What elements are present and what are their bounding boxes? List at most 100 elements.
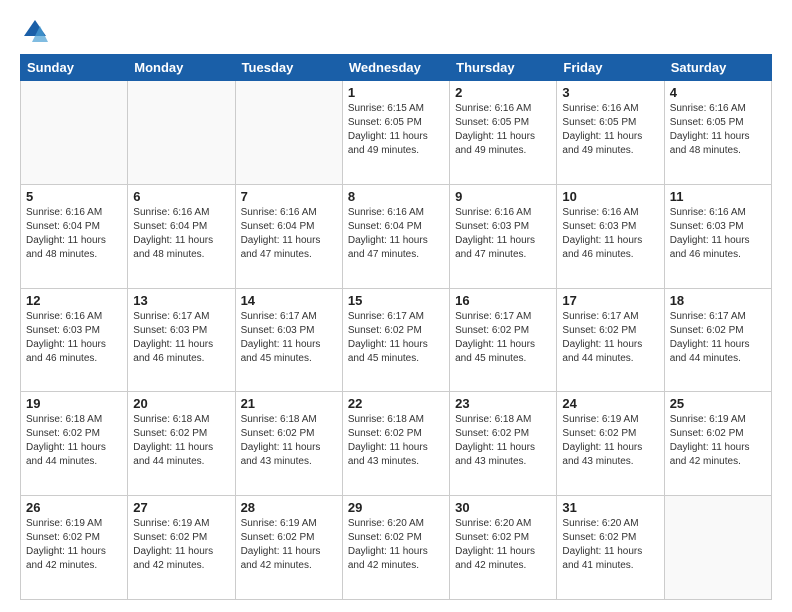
day-number: 21: [241, 396, 337, 411]
calendar-week-3: 12 Sunrise: 6:16 AM Sunset: 6:03 PM Dayli…: [21, 288, 772, 392]
day-number: 14: [241, 293, 337, 308]
logo: [20, 16, 54, 46]
day-number: 18: [670, 293, 766, 308]
calendar-week-1: 1 Sunrise: 6:15 AM Sunset: 6:05 PM Daylig…: [21, 81, 772, 185]
day-number: 24: [562, 396, 658, 411]
day-info: Sunrise: 6:15 AM Sunset: 6:05 PM Dayligh…: [348, 102, 444, 158]
calendar-cell: 10 Sunrise: 6:16 AM Sunset: 6:03 PM Dayli…: [557, 184, 664, 288]
calendar-cell: 30 Sunrise: 6:20 AM Sunset: 6:02 PM Dayli…: [450, 496, 557, 600]
calendar-cell: 13 Sunrise: 6:17 AM Sunset: 6:03 PM Dayli…: [128, 288, 235, 392]
weekday-header-monday: Monday: [128, 55, 235, 81]
day-info: Sunrise: 6:17 AM Sunset: 6:02 PM Dayligh…: [455, 310, 551, 366]
calendar-cell: 26Sunrise: 6:19 AM Sunset: 6:02 PM Dayli…: [21, 496, 128, 600]
day-info: Sunrise: 6:18 AM Sunset: 6:02 PM Dayligh…: [241, 413, 337, 469]
calendar-cell: [128, 81, 235, 185]
calendar-cell: 25 Sunrise: 6:19 AM Sunset: 6:02 PM Dayli…: [664, 392, 771, 496]
calendar-cell: 22Sunrise: 6:18 AM Sunset: 6:02 PM Dayli…: [342, 392, 449, 496]
day-info: Sunrise: 6:19 AM Sunset: 6:02 PM Dayligh…: [670, 413, 766, 469]
calendar-cell: 23 Sunrise: 6:18 AM Sunset: 6:02 PM Dayli…: [450, 392, 557, 496]
calendar-cell: 18 Sunrise: 6:17 AM Sunset: 6:02 PM Dayli…: [664, 288, 771, 392]
day-info: Sunrise: 6:18 AM Sunset: 6:02 PM Dayligh…: [26, 413, 122, 469]
day-info: Sunrise: 6:16 AM Sunset: 6:05 PM Dayligh…: [455, 102, 551, 158]
day-number: 2: [455, 85, 551, 100]
calendar-week-5: 26 Sunrise: 6:19 AM Sunset: 6:02 PM Dayli…: [21, 496, 772, 600]
day-info: Sunrise: 6:16 AM Sunset: 6:04 PM Dayligh…: [241, 206, 337, 262]
calendar-cell: 8 Sunrise: 6:16 AM Sunset: 6:04 PM Daylig…: [342, 184, 449, 288]
calendar-week-2: 5 Sunrise: 6:16 AM Sunset: 6:04 PM Daylig…: [21, 184, 772, 288]
day-info: Sunrise: 6:18 AM Sunset: 6:02 PM Dayligh…: [455, 413, 551, 469]
day-number: 16: [455, 293, 551, 308]
day-number: 12: [26, 293, 122, 308]
day-number: 29: [348, 500, 444, 515]
calendar-cell: [235, 81, 342, 185]
calendar-cell: 20Sunrise: 6:18 AM Sunset: 6:02 PM Dayli…: [128, 392, 235, 496]
calendar-table: SundayMondayTuesdayWednesdayThursdayFrid…: [20, 54, 772, 600]
calendar-cell: 27 Sunrise: 6:19 AM Sunset: 6:02 PM Dayli…: [128, 496, 235, 600]
calendar-week-4: 19 Sunrise: 6:18 AM Sunset: 6:02 PM Dayli…: [21, 392, 772, 496]
day-info: Sunrise: 6:17 AM Sunset: 6:02 PM Dayligh…: [348, 310, 444, 366]
day-number: 26: [26, 500, 122, 515]
calendar-cell: 11 Sunrise: 6:16 AM Sunset: 6:03 PM Dayli…: [664, 184, 771, 288]
logo-icon: [20, 16, 50, 46]
weekday-header-tuesday: Tuesday: [235, 55, 342, 81]
day-info: Sunrise: 6:19 AM Sunset: 6:02 PM Dayligh…: [241, 517, 337, 573]
day-number: 20: [133, 396, 229, 411]
day-info: Sunrise: 6:16 AM Sunset: 6:04 PM Dayligh…: [133, 206, 229, 262]
calendar-cell: [21, 81, 128, 185]
calendar-cell: 19 Sunrise: 6:18 AM Sunset: 6:02 PM Dayli…: [21, 392, 128, 496]
weekday-header-sunday: Sunday: [21, 55, 128, 81]
day-number: 9: [455, 189, 551, 204]
day-info: Sunrise: 6:20 AM Sunset: 6:02 PM Dayligh…: [455, 517, 551, 573]
day-info: Sunrise: 6:17 AM Sunset: 6:03 PM Dayligh…: [133, 310, 229, 366]
day-number: 10: [562, 189, 658, 204]
calendar-page: SundayMondayTuesdayWednesdayThursdayFrid…: [0, 0, 792, 612]
calendar-cell: 28 Sunrise: 6:19 AM Sunset: 6:02 PM Dayli…: [235, 496, 342, 600]
day-info: Sunrise: 6:16 AM Sunset: 6:03 PM Dayligh…: [562, 206, 658, 262]
day-number: 11: [670, 189, 766, 204]
day-info: Sunrise: 6:19 AM Sunset: 6:02 PM Dayligh…: [133, 517, 229, 573]
calendar-cell: 1 Sunrise: 6:15 AM Sunset: 6:05 PM Daylig…: [342, 81, 449, 185]
calendar-cell: 2 Sunrise: 6:16 AM Sunset: 6:05 PM Daylig…: [450, 81, 557, 185]
day-info: Sunrise: 6:19 AM Sunset: 6:02 PM Dayligh…: [562, 413, 658, 469]
day-number: 15: [348, 293, 444, 308]
header: [20, 16, 772, 46]
day-info: Sunrise: 6:20 AM Sunset: 6:02 PM Dayligh…: [348, 517, 444, 573]
calendar-cell: 7 Sunrise: 6:16 AM Sunset: 6:04 PM Daylig…: [235, 184, 342, 288]
weekday-header-saturday: Saturday: [664, 55, 771, 81]
day-number: 25: [670, 396, 766, 411]
day-info: Sunrise: 6:17 AM Sunset: 6:03 PM Dayligh…: [241, 310, 337, 366]
calendar-cell: 15 Sunrise: 6:17 AM Sunset: 6:02 PM Dayli…: [342, 288, 449, 392]
calendar-cell: 4Sunrise: 6:16 AM Sunset: 6:05 PM Daylig…: [664, 81, 771, 185]
weekday-header-friday: Friday: [557, 55, 664, 81]
day-info: Sunrise: 6:16 AM Sunset: 6:03 PM Dayligh…: [26, 310, 122, 366]
day-info: Sunrise: 6:16 AM Sunset: 6:03 PM Dayligh…: [670, 206, 766, 262]
day-info: Sunrise: 6:16 AM Sunset: 6:05 PM Dayligh…: [670, 102, 766, 158]
day-info: Sunrise: 6:16 AM Sunset: 6:03 PM Dayligh…: [455, 206, 551, 262]
calendar-cell: 12 Sunrise: 6:16 AM Sunset: 6:03 PM Dayli…: [21, 288, 128, 392]
day-number: 23: [455, 396, 551, 411]
calendar-cell: 5Sunrise: 6:16 AM Sunset: 6:04 PM Daylig…: [21, 184, 128, 288]
day-number: 5: [26, 189, 122, 204]
day-number: 17: [562, 293, 658, 308]
day-info: Sunrise: 6:20 AM Sunset: 6:02 PM Dayligh…: [562, 517, 658, 573]
calendar-cell: 31Sunrise: 6:20 AM Sunset: 6:02 PM Dayli…: [557, 496, 664, 600]
day-number: 19: [26, 396, 122, 411]
day-number: 6: [133, 189, 229, 204]
day-number: 8: [348, 189, 444, 204]
day-number: 27: [133, 500, 229, 515]
day-number: 30: [455, 500, 551, 515]
calendar-cell: 3 Sunrise: 6:16 AM Sunset: 6:05 PM Daylig…: [557, 81, 664, 185]
weekday-header-row: SundayMondayTuesdayWednesdayThursdayFrid…: [21, 55, 772, 81]
day-number: 1: [348, 85, 444, 100]
day-number: 7: [241, 189, 337, 204]
calendar-cell: 29 Sunrise: 6:20 AM Sunset: 6:02 PM Dayli…: [342, 496, 449, 600]
day-info: Sunrise: 6:17 AM Sunset: 6:02 PM Dayligh…: [670, 310, 766, 366]
day-info: Sunrise: 6:16 AM Sunset: 6:04 PM Dayligh…: [348, 206, 444, 262]
day-number: 3: [562, 85, 658, 100]
day-info: Sunrise: 6:16 AM Sunset: 6:05 PM Dayligh…: [562, 102, 658, 158]
day-number: 22: [348, 396, 444, 411]
weekday-header-wednesday: Wednesday: [342, 55, 449, 81]
day-number: 13: [133, 293, 229, 308]
day-number: 28: [241, 500, 337, 515]
calendar-cell: 9 Sunrise: 6:16 AM Sunset: 6:03 PM Daylig…: [450, 184, 557, 288]
